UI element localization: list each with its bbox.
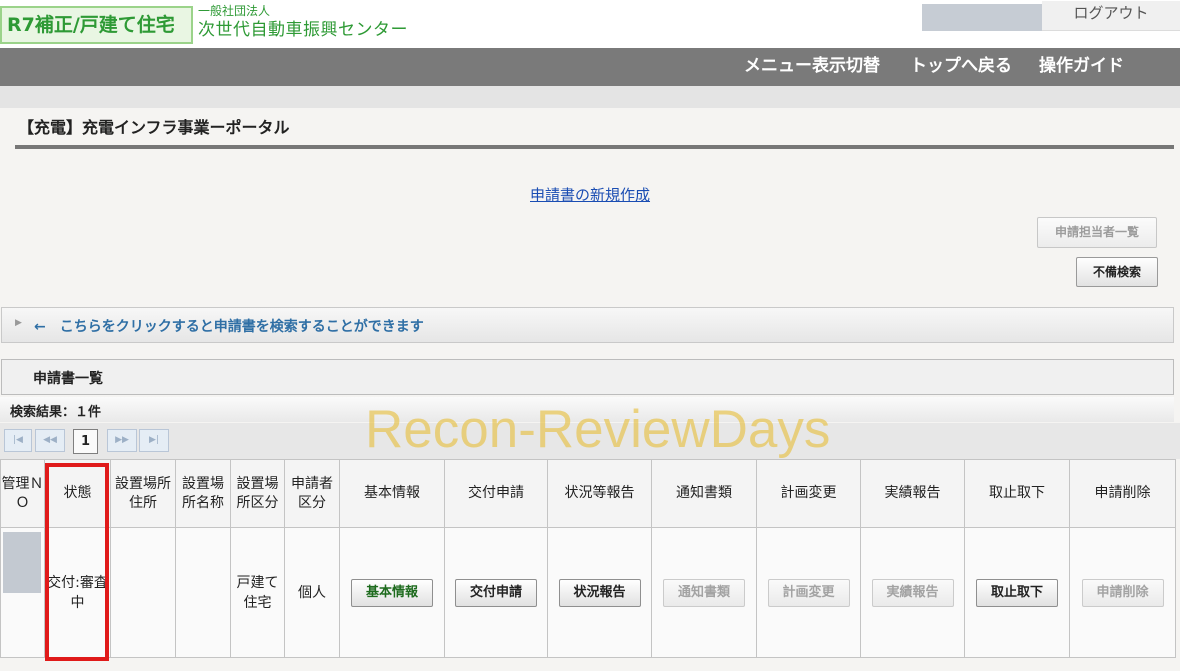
- cell-install-category: 戸建て住宅: [230, 527, 285, 658]
- org-logo: 一般社団法人 次世代自動車振興センター: [198, 4, 416, 44]
- prev-page-icon[interactable]: ◀◀: [35, 429, 65, 452]
- plan-change-button[interactable]: 計画変更: [767, 578, 850, 607]
- application-list-header: 申請書一覧: [1, 359, 1174, 395]
- nav-operation-guide[interactable]: 操作ガイド: [1039, 48, 1124, 84]
- col-header-status-report: 状況等報告: [547, 459, 652, 528]
- cell-delete: 申請削除: [1069, 527, 1176, 658]
- expand-caret-icon: ▶: [15, 318, 22, 328]
- cell-install-address: [110, 527, 176, 658]
- nav-menu-toggle[interactable]: メニュー表示切替: [744, 48, 880, 84]
- search-toggle-text[interactable]: ← こちらをクリックすると申請書を検索することができます: [34, 316, 424, 336]
- col-label: 状態: [63, 485, 92, 501]
- col-label: 設置場所住所: [115, 475, 171, 511]
- cell-grant-application: 交付申請: [444, 527, 548, 658]
- table-row: 交付:審査中 戸建て住宅 個人 基本情報 交付申請 状況報告 通知書類 計画変更…: [0, 527, 1176, 658]
- col-header-install-category: 設置場所区分: [230, 459, 285, 528]
- applicant-list-button[interactable]: 申請担当者一覧: [1037, 217, 1157, 248]
- col-label: 取止取下: [989, 485, 1045, 501]
- basic-info-button[interactable]: 基本情報: [351, 578, 433, 607]
- col-label: 計画変更: [780, 485, 837, 501]
- cell-notice-documents: 通知書類: [651, 527, 757, 658]
- col-header-delete: 申請削除: [1069, 459, 1176, 528]
- result-count-row: 検索結果：１件: [0, 397, 1174, 422]
- col-label: 基本情報: [364, 485, 420, 501]
- result-count: 検索結果：１件: [10, 405, 102, 420]
- cell-applicant-category: 個人: [284, 527, 340, 658]
- col-label: 通知書類: [676, 485, 732, 501]
- col-label: 設置場所名称: [182, 475, 224, 511]
- col-header-plan-change: 計画変更: [756, 459, 861, 528]
- sub-band: [0, 86, 1180, 108]
- col-label: 交付申請: [468, 485, 524, 501]
- pager: |◀ ◀◀ 1 ▶▶ ▶|: [0, 423, 1180, 459]
- top-header: R7補正/戸建て住宅 一般社団法人 次世代自動車振興センター ログアウト: [0, 0, 1180, 48]
- cell-results-report: 実績報告: [860, 527, 965, 658]
- logout-button[interactable]: ログアウト: [1042, 1, 1180, 31]
- col-label: 申請削除: [1094, 485, 1151, 501]
- cell-basic-info: 基本情報: [339, 527, 445, 658]
- cell-plan-change: 計画変更: [756, 527, 861, 658]
- notice-documents-button[interactable]: 通知書類: [663, 578, 745, 607]
- title-divider: [15, 145, 1174, 149]
- cell-install-name: [175, 527, 231, 658]
- col-header-applicant-category: 申請者区分: [284, 459, 340, 528]
- application-table: 管理ＮＯ 状態 設置場所住所 設置場所名称 設置場所区分 申請者区分 基本情報 …: [0, 459, 1176, 658]
- org-type-label: 一般社団法人: [198, 4, 271, 18]
- col-header-install-name: 設置場所名称: [175, 459, 231, 528]
- new-application-link[interactable]: 申請書の新規作成: [530, 184, 650, 205]
- delete-button[interactable]: 申請削除: [1081, 578, 1164, 607]
- program-logo: R7補正/戸建て住宅: [0, 6, 193, 44]
- nav-back-to-top[interactable]: トップへ戻る: [910, 48, 1012, 84]
- col-header-results-report: 実績報告: [860, 459, 965, 528]
- cell-mgmt-no: [0, 527, 45, 658]
- page-title: 【充電】充電インフラ事業ーポータル: [18, 118, 290, 137]
- col-label: 状況等報告: [564, 485, 635, 501]
- col-header-status: 状態: [44, 459, 111, 528]
- col-header-mgmt-no: 管理ＮＯ: [0, 459, 45, 528]
- org-name: 次世代自動車振興センター: [198, 20, 408, 40]
- next-page-icon[interactable]: ▶▶: [107, 429, 137, 452]
- col-label: 管理ＮＯ: [1, 475, 44, 511]
- first-page-icon[interactable]: |◀: [4, 429, 32, 452]
- search-toggle-bar[interactable]: ▶ ← こちらをクリックすると申請書を検索することができます: [1, 307, 1174, 343]
- user-name-redacted: [922, 4, 1042, 31]
- col-label: 設置場所区分: [236, 475, 279, 511]
- col-header-install-address: 設置場所住所: [110, 459, 176, 528]
- withdrawal-button[interactable]: 取止取下: [976, 578, 1058, 607]
- col-label: 実績報告: [884, 485, 941, 501]
- col-header-grant-application: 交付申請: [444, 459, 548, 528]
- install-category: 戸建て住宅: [236, 574, 279, 611]
- col-label: 申請者区分: [291, 475, 333, 511]
- status-text: 交付:審査中: [47, 574, 108, 611]
- defect-search-button[interactable]: 不備検索: [1076, 257, 1158, 287]
- results-report-button[interactable]: 実績報告: [871, 578, 954, 607]
- col-header-basic-info: 基本情報: [339, 459, 445, 528]
- main-nav: メニュー表示切替 トップへ戻る 操作ガイド: [0, 48, 1180, 86]
- col-header-withdrawal: 取止取下: [964, 459, 1070, 528]
- list-title: 申請書一覧: [33, 371, 103, 387]
- table-header-row: 管理ＮＯ 状態 設置場所住所 設置場所名称 設置場所区分 申請者区分 基本情報 …: [0, 459, 1176, 528]
- cell-status: 交付:審査中: [44, 527, 111, 658]
- last-page-icon[interactable]: ▶|: [139, 429, 169, 452]
- grant-application-button[interactable]: 交付申請: [455, 578, 537, 607]
- mgmt-no-redacted: [3, 532, 41, 593]
- current-page[interactable]: 1: [73, 429, 98, 454]
- cell-withdrawal: 取止取下: [964, 527, 1070, 658]
- applicant-category: 個人: [298, 584, 326, 601]
- cell-status-report: 状況報告: [547, 527, 652, 658]
- status-report-button[interactable]: 状況報告: [558, 578, 641, 607]
- col-header-notice-documents: 通知書類: [651, 459, 757, 528]
